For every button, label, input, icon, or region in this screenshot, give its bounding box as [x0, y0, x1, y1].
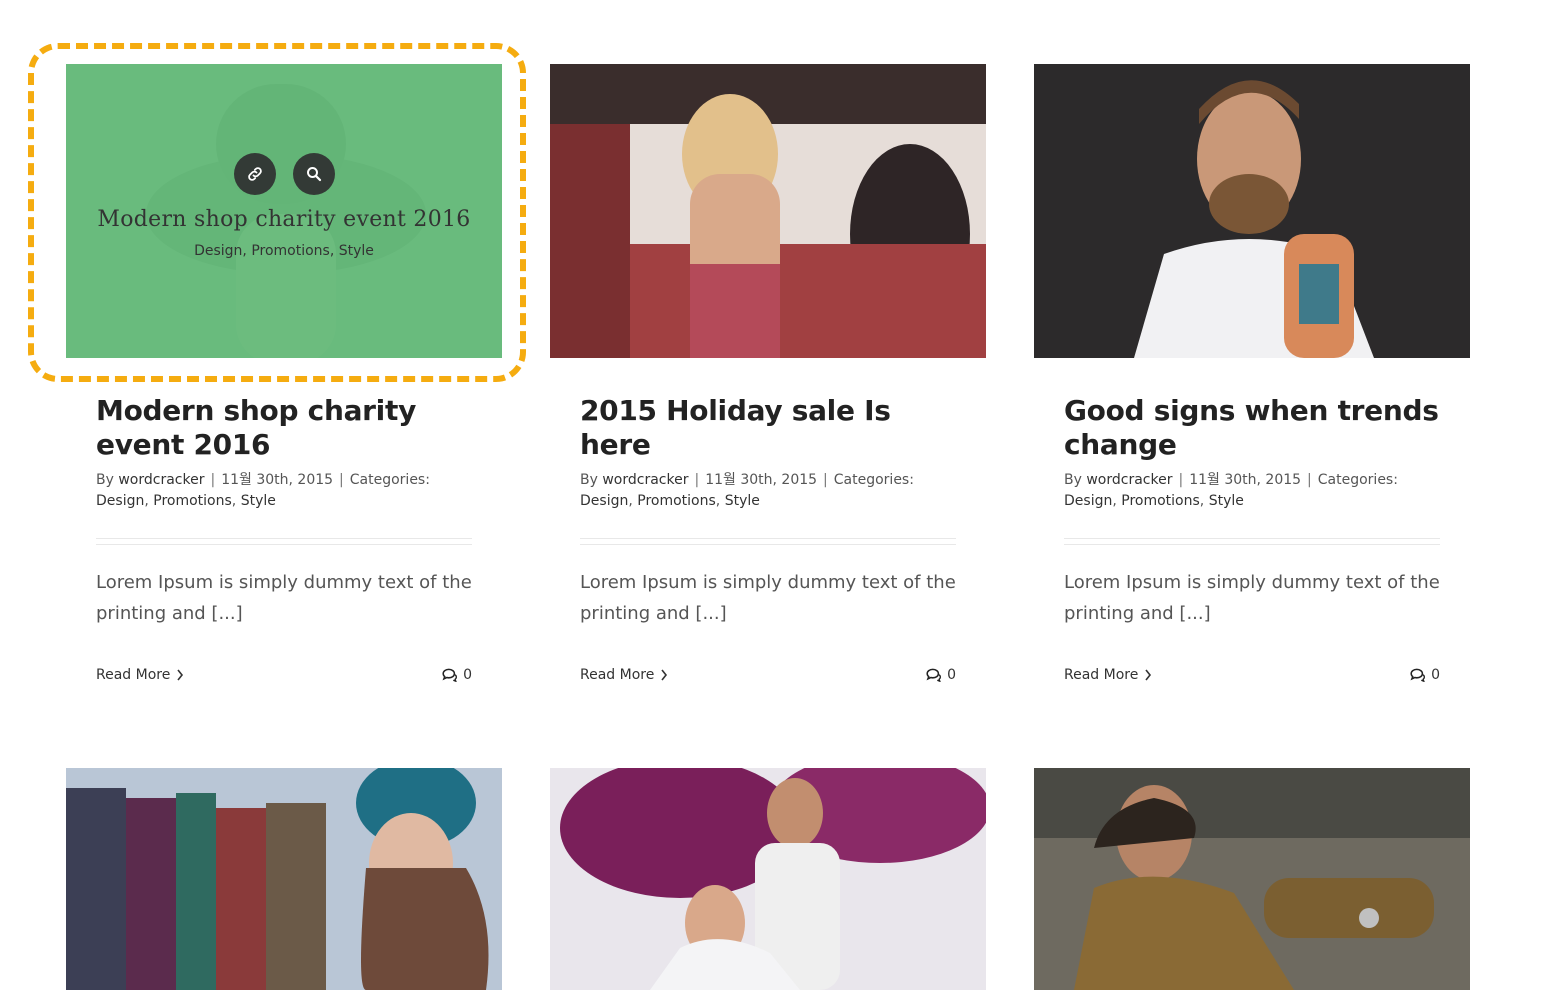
chevron-right-icon [661, 669, 668, 681]
post-meta: By wordcracker | 11월 30th, 2015 | Categories… [96, 472, 430, 509]
blog-grid-page: Modern shop charity event 2016 Design, P… [0, 0, 1555, 990]
post-image-man-jacket [1034, 768, 1470, 990]
post-image-tattoo-man [1034, 64, 1470, 358]
author-link[interactable]: wordcracker [602, 472, 688, 488]
comments-link[interactable]: 0 [925, 667, 956, 683]
category-link-design[interactable]: Design [1064, 493, 1112, 509]
post-excerpt: Lorem Ipsum is simply dummy text of the … [96, 572, 472, 624]
category-link-design[interactable]: Design [580, 493, 628, 509]
post-thumbnail-3[interactable] [1034, 64, 1470, 358]
category-link-style[interactable]: Style [241, 493, 276, 509]
category-link-promotions[interactable]: Promotions [637, 493, 716, 509]
post-date: 11월 30th, 2015 [1189, 472, 1302, 488]
comment-count: 0 [947, 667, 956, 683]
category-link-promotions[interactable]: Promotions [1121, 493, 1200, 509]
read-more-label: Read More [580, 667, 655, 683]
read-more-label: Read More [1064, 667, 1139, 683]
comment-count: 0 [463, 667, 472, 683]
post-thumbnail-4[interactable] [66, 768, 502, 990]
post-excerpt: Lorem Ipsum is simply dummy text of the … [1064, 572, 1440, 624]
link-icon [247, 167, 262, 181]
post-card-5 [550, 768, 986, 990]
overlay-title[interactable]: Modern shop charity event 2016 [97, 207, 470, 232]
permalink-button[interactable] [233, 153, 276, 195]
divider [96, 538, 472, 545]
post-card-2: 2015 Holiday sale Is here By wordcracker… [550, 64, 986, 683]
by-label: By [96, 472, 114, 488]
read-more-label: Read More [96, 667, 171, 683]
categories-label: Categories: [1317, 472, 1398, 488]
post-image-car-woman [550, 64, 986, 358]
post-thumbnail-6[interactable] [1034, 768, 1470, 990]
category-link-promotions[interactable]: Promotions [153, 493, 232, 509]
by-label: By [580, 472, 598, 488]
post-card-3: Good signs when trends change By wordcra… [1034, 64, 1470, 683]
chevron-right-icon [177, 669, 184, 681]
category-link-style[interactable]: Style [725, 493, 760, 509]
post-meta: By wordcracker | 11월 30th, 2015 | Categories… [580, 472, 914, 509]
category-link-design[interactable]: Design [96, 493, 144, 509]
post-date: 11월 30th, 2015 [705, 472, 818, 488]
comments-icon [442, 668, 458, 682]
comments-link[interactable]: 0 [441, 667, 472, 683]
categories-label: Categories: [833, 472, 914, 488]
read-more-link[interactable]: Read More [96, 667, 184, 683]
author-link[interactable]: wordcracker [118, 472, 204, 488]
comments-icon [1410, 668, 1426, 682]
comments-link[interactable]: 0 [1409, 667, 1440, 683]
by-label: By [1064, 472, 1082, 488]
post-card-4 [66, 768, 502, 990]
search-icon [306, 167, 321, 182]
author-link[interactable]: wordcracker [1086, 472, 1172, 488]
comment-count: 0 [1431, 667, 1440, 683]
overlay-categories[interactable]: Design, Promotions, Style [194, 243, 374, 259]
chevron-right-icon [1145, 669, 1152, 681]
divider [1064, 538, 1440, 545]
post-thumbnail-5[interactable] [550, 768, 986, 990]
category-link-style[interactable]: Style [1209, 493, 1244, 509]
post-card-1: Modern shop charity event 2016 Design, P… [66, 64, 502, 683]
comments-icon [926, 668, 942, 682]
read-more-link[interactable]: Read More [580, 667, 668, 683]
post-hover-overlay: Modern shop charity event 2016 Design, P… [66, 64, 502, 358]
post-title[interactable]: Good signs when trends change [1064, 394, 1440, 462]
post-title[interactable]: 2015 Holiday sale Is here [580, 394, 956, 462]
post-image-couple-flowers [550, 768, 986, 990]
post-title[interactable]: Modern shop charity event 2016 [96, 394, 472, 462]
post-date: 11월 30th, 2015 [221, 472, 334, 488]
post-meta: By wordcracker | 11월 30th, 2015 | Categories… [1064, 472, 1398, 509]
divider [580, 538, 956, 545]
post-card-6 [1034, 768, 1470, 990]
post-image-clothes-rack [66, 768, 502, 990]
categories-label: Categories: [349, 472, 430, 488]
read-more-link[interactable]: Read More [1064, 667, 1152, 683]
post-thumbnail-2[interactable] [550, 64, 986, 358]
post-excerpt: Lorem Ipsum is simply dummy text of the … [580, 572, 956, 624]
post-thumbnail-1[interactable]: Modern shop charity event 2016 Design, P… [66, 64, 502, 358]
lightbox-button[interactable] [292, 153, 335, 195]
